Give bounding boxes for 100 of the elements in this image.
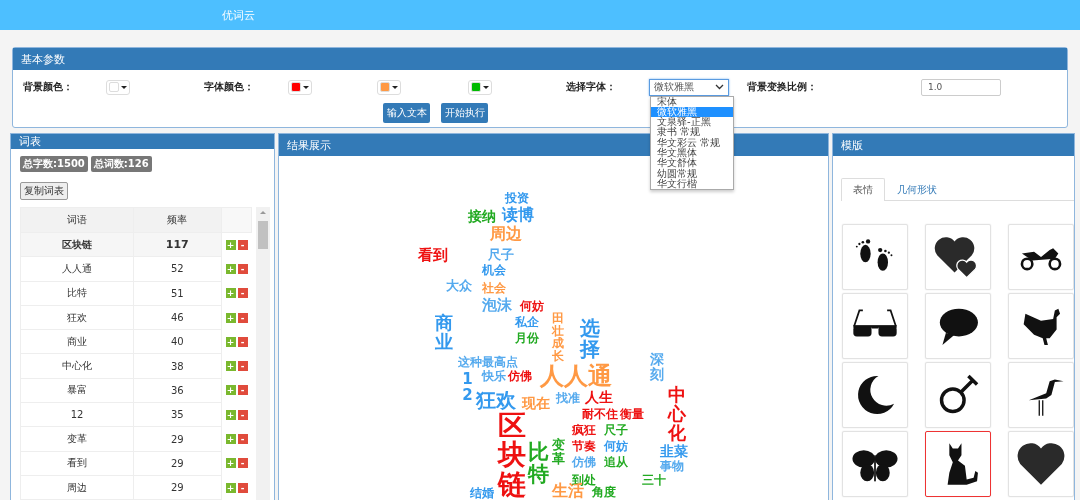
field-label: 背景变换比例： <box>747 80 817 94</box>
remove-button[interactable]: - <box>237 239 248 250</box>
remove-button[interactable]: - <box>237 434 248 444</box>
color-picker[interactable] <box>468 79 492 95</box>
caret-icon <box>483 85 489 89</box>
cloud-word: 周边 <box>490 226 522 242</box>
add-button[interactable]: + <box>225 239 236 250</box>
table-cell: 比特 <box>20 281 134 306</box>
remove-button[interactable]: - <box>237 312 248 323</box>
cloud-word: 投资 <box>505 192 529 204</box>
add-button[interactable]: + <box>225 288 236 299</box>
dropdown-option[interactable]: 隶书 常规 <box>651 127 733 138</box>
cloud-word: 比特 <box>528 441 549 486</box>
cloud-word: 接纳 <box>468 209 496 223</box>
cloud-word: 商业 <box>435 314 453 352</box>
cloud-word: 耐不住 <box>582 408 618 420</box>
dropdown-option[interactable]: 华文彩云 常规 <box>651 137 733 148</box>
remove-button[interactable]: - <box>237 263 248 274</box>
add-button[interactable]: + <box>225 385 236 396</box>
remove-button[interactable]: - <box>237 361 248 372</box>
cloud-word: 尺子 <box>604 424 628 436</box>
action-button[interactable]: 输入文本 <box>383 103 430 123</box>
dropdown-option[interactable]: 幼圆常规 <box>651 168 733 179</box>
count-badge: 总字数:1500 <box>20 156 88 172</box>
add-button[interactable]: + <box>225 458 236 469</box>
scrollbar[interactable] <box>256 207 270 500</box>
cloud-word: 韭菜 <box>660 444 688 458</box>
cloud-word: 结婚 <box>470 487 494 499</box>
copy-button[interactable]: 复制词表 <box>20 182 68 200</box>
cloud-word: 角度 <box>592 486 616 498</box>
cloud-word: 节奏 <box>572 440 596 452</box>
table-cell: 35 <box>133 402 221 427</box>
cloud-word: 人生 <box>585 390 613 404</box>
cloud-word: 狂欢 <box>476 390 516 410</box>
add-button[interactable]: + <box>225 434 236 444</box>
column-header: 词语 <box>20 207 134 233</box>
caret-icon <box>392 85 398 89</box>
cloud-word: 疯狂 <box>572 424 596 436</box>
table-cell: 人人通 <box>20 256 134 282</box>
add-button[interactable]: + <box>225 263 236 274</box>
action-button[interactable]: 开始执行 <box>441 103 488 123</box>
cloud-word: 现在 <box>522 396 550 410</box>
cloud-word: 何妨 <box>604 440 628 452</box>
table-cell: 46 <box>133 305 221 330</box>
add-button[interactable]: + <box>225 482 236 493</box>
count-badge: 总词数:126 <box>90 156 152 172</box>
remove-button[interactable]: - <box>237 336 248 347</box>
cloud-word: 深刻 <box>650 352 664 382</box>
remove-button[interactable]: - <box>237 409 248 420</box>
remove-button[interactable]: - <box>237 482 248 493</box>
panel-title: 基本参数 <box>21 51 65 67</box>
remove-button[interactable]: - <box>237 288 248 299</box>
dropdown-option[interactable]: 文泉驿-正黑 <box>651 117 733 128</box>
table-cell: 商业 <box>20 329 134 354</box>
column-header: 频率 <box>133 207 221 233</box>
cloud-word: 区块链 <box>498 411 526 500</box>
field-label: 字体颜色： <box>204 80 254 94</box>
cloud-word: 读博 <box>502 207 534 223</box>
table-cell: 看到 <box>20 451 134 476</box>
select-value: 微软雅黑 <box>654 80 694 94</box>
cloud-word: 仿佛 <box>508 370 532 382</box>
remove-button[interactable]: - <box>237 385 248 396</box>
color-picker[interactable] <box>288 79 312 95</box>
add-button[interactable]: + <box>225 409 236 420</box>
table-cell: 区块链 <box>20 232 134 257</box>
dropdown-option[interactable]: 微软雅黑 <box>651 106 733 118</box>
cloud-word: 月份 <box>515 332 539 344</box>
cloud-word: 衡量 <box>620 408 644 420</box>
cloud-word: 中心化 <box>668 386 686 443</box>
tab[interactable]: 表情 <box>841 178 885 201</box>
cloud-word: 机会 <box>482 264 506 276</box>
dropdown-option[interactable]: 华文舒体 <box>651 158 733 169</box>
dropdown-option[interactable]: 华文黑体 <box>651 148 733 159</box>
table-cell: 变革 <box>20 426 134 452</box>
cloud-word: 变革 <box>552 438 565 466</box>
template-tile[interactable] <box>925 431 991 497</box>
table-cell: 29 <box>133 475 221 500</box>
add-button[interactable]: + <box>225 361 236 372</box>
cloud-word: 这种最高点 <box>458 356 518 368</box>
color-picker[interactable] <box>377 79 401 95</box>
table-cell: 中心化 <box>20 354 134 379</box>
cloud-word: 泡沫 <box>482 298 512 313</box>
cloud-word: 快乐 <box>482 370 506 382</box>
cloud-word: 选择 <box>580 318 600 360</box>
add-button[interactable]: + <box>225 312 236 323</box>
dropdown-option[interactable]: 华文行楷 <box>651 178 733 190</box>
ratio-input[interactable]: 1.0 <box>921 78 1001 96</box>
cloud-word: 找准 <box>556 392 580 404</box>
cloud-word: 私企 <box>515 316 539 328</box>
tab[interactable]: 几何形状 <box>885 178 949 200</box>
add-button[interactable]: + <box>225 336 236 347</box>
dropdown-option[interactable]: 宋体 <box>651 96 733 107</box>
table-cell: 51 <box>133 281 221 306</box>
cloud-word: 人人通 <box>540 364 612 388</box>
cloud-word: 仿佛 <box>572 456 596 468</box>
remove-button[interactable]: - <box>237 458 248 469</box>
chevron-icon <box>715 84 724 90</box>
table-cell: 40 <box>133 329 221 354</box>
color-picker[interactable] <box>106 79 130 95</box>
table-cell: 狂欢 <box>20 305 134 330</box>
